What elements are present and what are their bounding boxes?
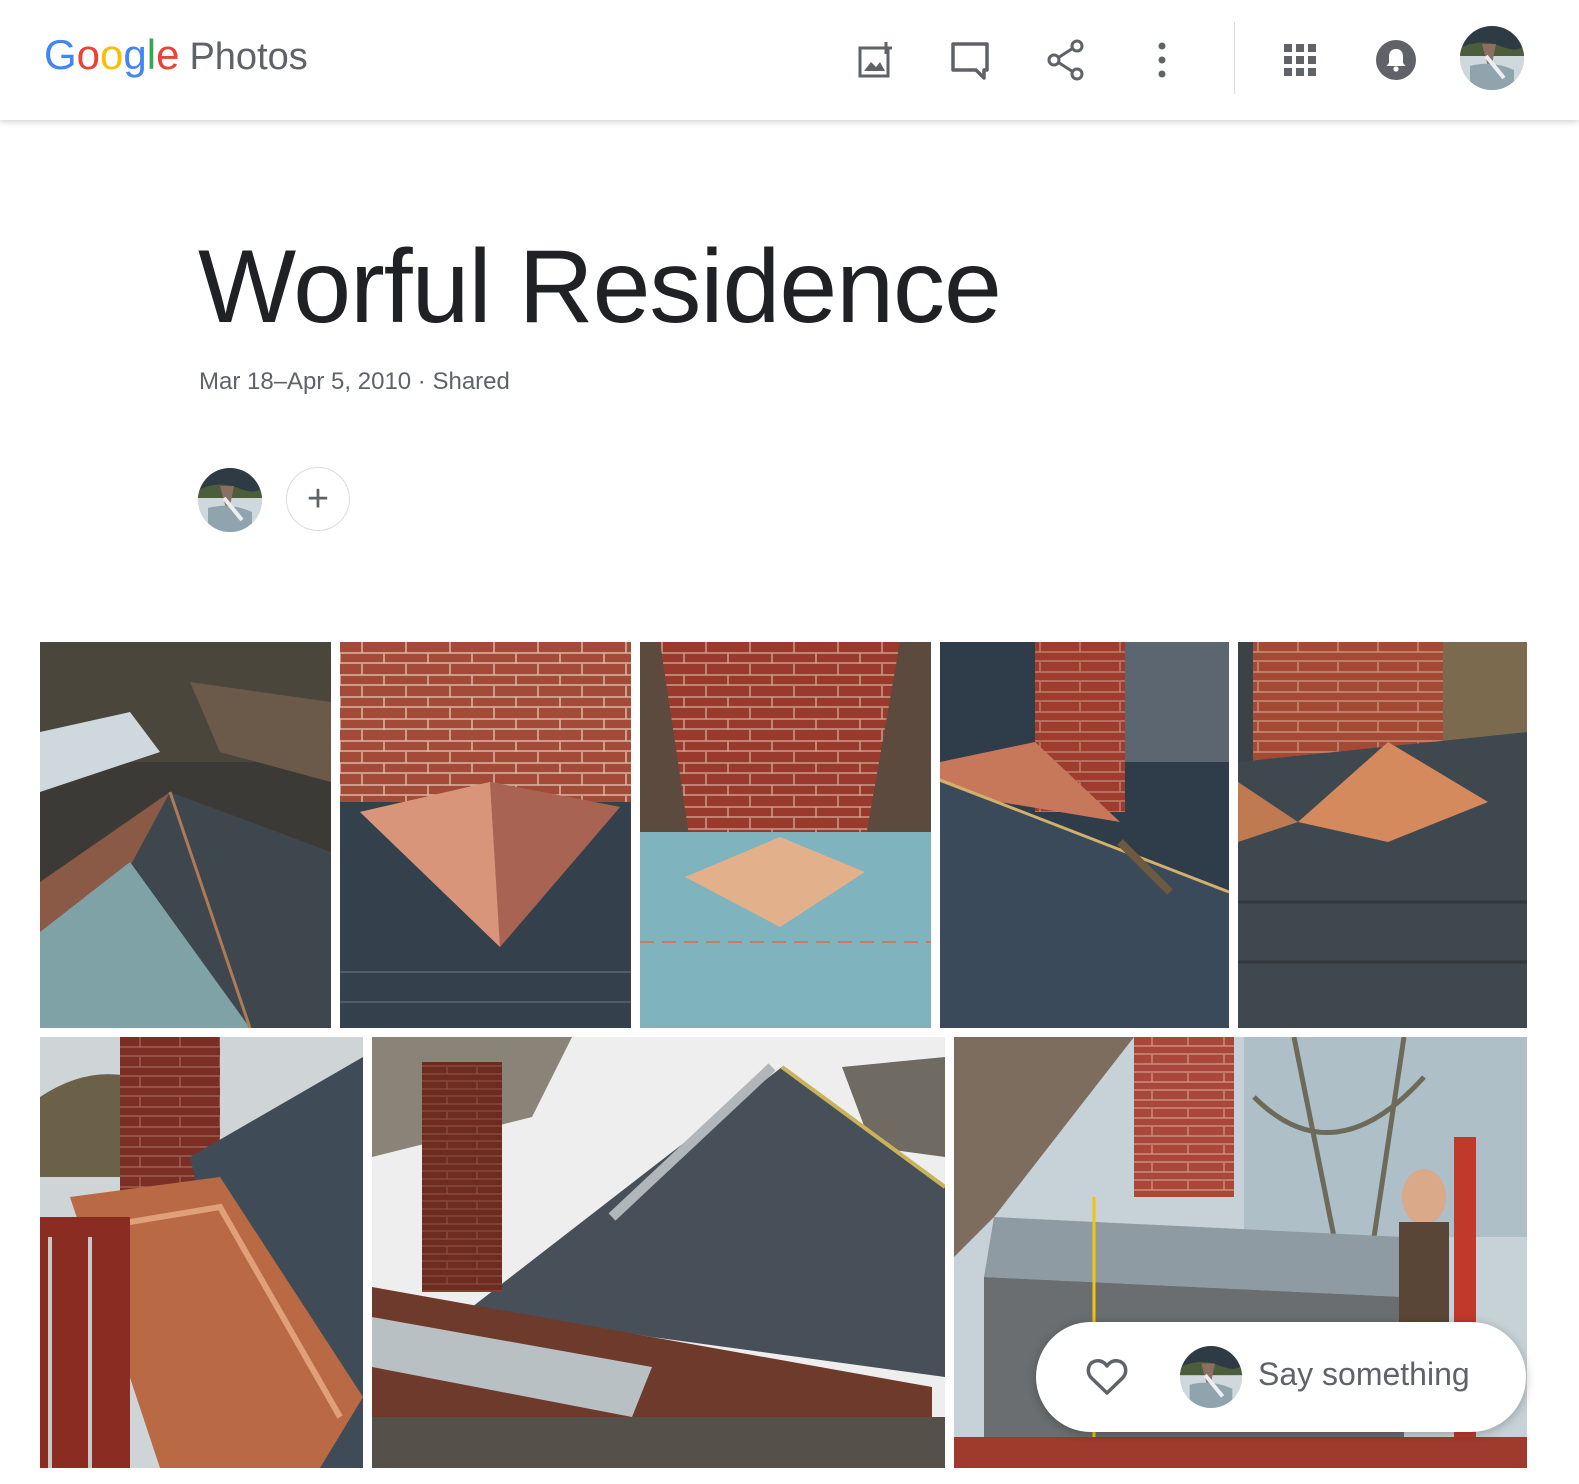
- album-date-range: Mar 18–Apr 5, 2010 · Shared: [199, 368, 510, 395]
- logo-letter: o: [100, 31, 124, 78]
- commenter-avatar: [1180, 1346, 1242, 1408]
- logo-letter: g: [123, 31, 147, 78]
- account-avatar[interactable]: [1460, 26, 1524, 90]
- photo-tile-3[interactable]: [640, 642, 931, 1028]
- google-photos-logo[interactable]: Google Photos: [44, 30, 308, 82]
- comment-icon: [951, 42, 989, 80]
- apps-grid-icon: [1284, 44, 1316, 76]
- add-photos-button[interactable]: [846, 30, 906, 90]
- album-member-avatar[interactable]: [198, 468, 262, 532]
- album-title: Worful Residence: [198, 229, 1002, 345]
- plus-icon: +: [306, 477, 330, 520]
- photo-5-image: [1238, 642, 1527, 1028]
- comment-bar[interactable]: Say something: [1036, 1322, 1526, 1432]
- photo-4-image: [940, 642, 1229, 1028]
- photo-tile-1[interactable]: [40, 642, 331, 1028]
- heart-icon: [1086, 1358, 1128, 1395]
- photo-tile-5[interactable]: [1238, 642, 1527, 1028]
- notifications-button[interactable]: [1366, 30, 1426, 90]
- photo-tile-7[interactable]: [372, 1037, 945, 1468]
- comment-input-placeholder[interactable]: Say something: [1258, 1356, 1470, 1393]
- photo-6-image: [40, 1037, 363, 1468]
- add-member-button[interactable]: +: [286, 467, 350, 531]
- photo-3-image: [640, 642, 931, 1028]
- top-app-bar: Google Photos: [0, 0, 1579, 120]
- photo-2-image: [340, 642, 631, 1028]
- google-apps-button[interactable]: [1270, 30, 1330, 90]
- add-photos-icon: [858, 42, 892, 78]
- avatar-image: [198, 468, 262, 532]
- photo-7-image: [372, 1037, 945, 1468]
- more-vert-icon: [1158, 42, 1166, 78]
- photo-tile-6[interactable]: [40, 1037, 363, 1468]
- avatar-image: [1180, 1346, 1242, 1408]
- more-options-button[interactable]: [1132, 30, 1192, 90]
- toolbar-divider: [1234, 22, 1235, 94]
- share-icon: [1047, 39, 1084, 81]
- notifications-icon: [1376, 40, 1416, 80]
- share-button[interactable]: [1036, 30, 1096, 90]
- logo-letter: o: [76, 31, 101, 78]
- like-button[interactable]: [1086, 1356, 1128, 1401]
- logo-letter: G: [44, 31, 77, 78]
- photo-tile-2[interactable]: [340, 642, 631, 1028]
- comment-button[interactable]: [940, 30, 1000, 90]
- logo-product-name: Photos: [189, 36, 308, 78]
- photo-1-image: [40, 642, 331, 1028]
- avatar-image: [1460, 26, 1524, 90]
- logo-letter: e: [156, 31, 180, 78]
- photo-tile-4[interactable]: [940, 642, 1229, 1028]
- logo-letter: l: [146, 31, 157, 78]
